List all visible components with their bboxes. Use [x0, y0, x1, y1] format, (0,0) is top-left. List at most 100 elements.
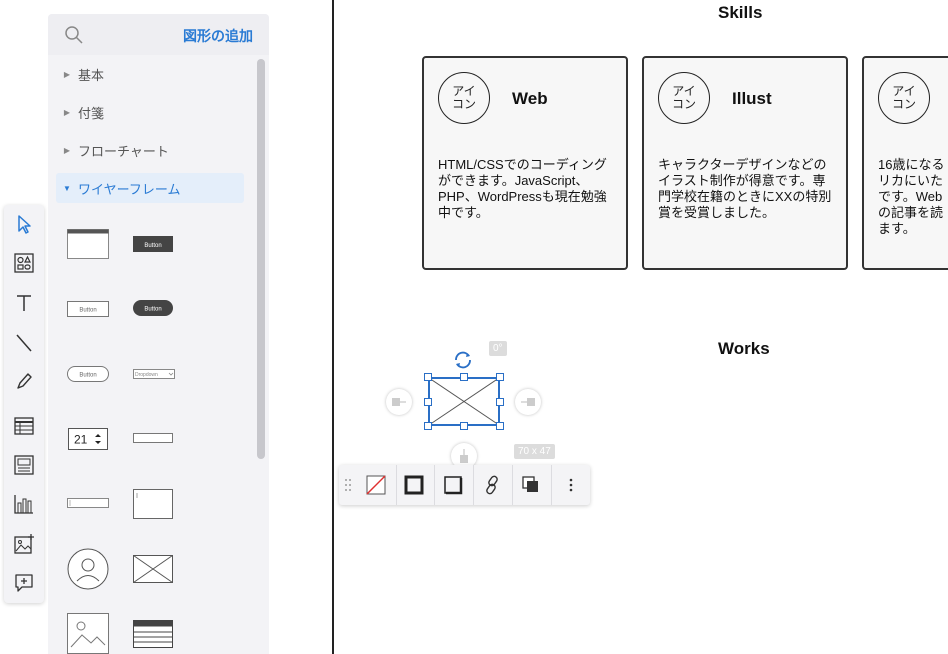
skills-heading[interactable]: Skills — [718, 3, 762, 23]
shape-panel: 図形の追加 ▶ 基本 ▶ 付箋 ▶ フローチャート ▼ ワイヤーフレーム But… — [48, 14, 269, 654]
thumb-label: 21 — [74, 433, 88, 447]
panel-title: 図形の追加 — [183, 28, 253, 44]
card-text: HTML/CSSでのコーディングができます。JavaScript、PHP、Wor… — [438, 157, 607, 220]
select-icon — [18, 215, 31, 234]
image-tool[interactable] — [8, 528, 40, 560]
link-button[interactable] — [476, 469, 508, 501]
chart-icon — [14, 495, 33, 514]
border-color-icon — [404, 475, 424, 495]
icon-placeholder-label: アイ コン — [671, 84, 696, 111]
resize-handle-sw[interactable] — [424, 422, 432, 430]
resize-handle-e[interactable] — [496, 398, 504, 406]
layer-order-icon — [522, 476, 538, 492]
no-fill-icon — [366, 475, 386, 495]
fill-color-button[interactable] — [360, 469, 392, 501]
icon-placeholder-label: アイ コン — [451, 84, 476, 111]
thumb-label: Dropdown — [135, 372, 158, 378]
card-text: 16歳になるリカにいたです。Webの記事を読ます。 — [878, 157, 945, 236]
wf-textarea-thumb[interactable] — [133, 489, 173, 519]
drag-handle[interactable] — [341, 469, 355, 501]
caret-right-icon: ▶ — [63, 107, 71, 117]
thumb-label: Button — [144, 307, 161, 313]
left-toolbar — [4, 205, 44, 603]
skill-card-third[interactable]: アイ コン 16歳になるリカにいたです。Webの記事を読ます。 — [862, 56, 948, 270]
border-color-button[interactable] — [398, 469, 430, 501]
thumb-label: Button — [79, 308, 96, 314]
connector-left[interactable] — [386, 389, 412, 415]
app-root: 図形の追加 ▶ 基本 ▶ 付箋 ▶ フローチャート ▼ ワイヤーフレーム But… — [0, 0, 948, 654]
card-title: Web — [512, 89, 548, 108]
wf-button-pill-thumb[interactable]: Button — [67, 366, 109, 382]
category-flowchart[interactable]: ▶ フローチャート — [56, 135, 244, 165]
resize-handle-s[interactable] — [460, 422, 468, 430]
wf-stepper-thumb[interactable]: 21 — [68, 428, 108, 450]
shadow-button[interactable] — [437, 469, 469, 501]
search-icon[interactable] — [63, 24, 85, 46]
wf-table-thumb[interactable] — [133, 620, 173, 648]
canvas-left-edge — [332, 0, 334, 654]
text-tool[interactable] — [8, 287, 40, 319]
border-style-icon — [444, 476, 463, 495]
skill-card-web[interactable]: アイ コン Web HTML/CSSでのコーディングができます。JavaScri… — [422, 56, 628, 270]
shapes-tool[interactable] — [8, 247, 40, 279]
skill-card-illust[interactable]: アイ コン Illust キャラクターデザインなどのイラスト制作が得意です。専門… — [642, 56, 848, 270]
wf-image-placeholder-thumb[interactable] — [133, 555, 173, 583]
size-badge: 70 x 47 — [514, 444, 555, 459]
arrange-button[interactable] — [515, 469, 547, 501]
wf-button-pill-dark-thumb[interactable]: Button — [133, 300, 173, 316]
drag-handle-icon — [345, 479, 351, 491]
pen-tool[interactable] — [8, 366, 40, 398]
resize-handle-se[interactable] — [496, 422, 504, 430]
line-icon — [16, 334, 32, 352]
chart-tool[interactable] — [8, 488, 40, 520]
card-icon-placeholder: アイ コン — [438, 72, 490, 124]
comment-tool[interactable] — [8, 567, 40, 599]
connector-left-icon — [392, 398, 406, 406]
resize-handle-w[interactable] — [424, 398, 432, 406]
wf-input-thumb[interactable] — [133, 433, 173, 443]
category-label: ワイヤーフレーム — [78, 181, 181, 197]
category-basic[interactable]: ▶ 基本 — [56, 59, 244, 89]
wf-button-outline-thumb[interactable]: Button — [67, 301, 109, 317]
resize-handle-ne[interactable] — [496, 373, 504, 381]
select-tool[interactable] — [8, 208, 40, 240]
toolbar-divider — [473, 465, 474, 505]
connector-bottom-icon — [460, 449, 468, 463]
frame-tool[interactable] — [8, 449, 40, 481]
wf-button-dark-thumb[interactable]: Button — [133, 236, 173, 252]
table-icon — [14, 417, 34, 435]
card-icon-placeholder: アイ コン — [658, 72, 710, 124]
link-icon — [486, 475, 498, 495]
table-tool[interactable] — [8, 410, 40, 442]
resize-handle-n[interactable] — [460, 373, 468, 381]
comment-icon — [15, 574, 33, 592]
category-label: フローチャート — [78, 143, 169, 159]
category-wireframe[interactable]: ▼ ワイヤーフレーム — [56, 173, 244, 203]
image-icon — [14, 534, 34, 554]
category-label: 付箋 — [78, 105, 105, 121]
caret-right-icon: ▶ — [63, 145, 71, 155]
wf-window-thumb[interactable] — [67, 229, 109, 259]
toolbar-divider — [396, 465, 397, 505]
panel-scrollbar[interactable] — [257, 59, 265, 459]
wf-picture-thumb[interactable] — [67, 613, 109, 654]
resize-handle-nw[interactable] — [424, 373, 432, 381]
selection-frame — [428, 377, 500, 426]
wf-dropdown-thumb[interactable]: Dropdown — [133, 369, 175, 379]
works-heading[interactable]: Works — [718, 339, 770, 359]
caret-right-icon: ▶ — [63, 69, 71, 79]
pen-icon — [17, 373, 32, 389]
frame-icon — [14, 455, 34, 475]
thumb-label: Button — [79, 373, 96, 379]
shapes-icon — [14, 253, 34, 273]
line-tool[interactable] — [8, 327, 40, 359]
wf-avatar-thumb[interactable] — [67, 548, 109, 590]
wf-textfield-thumb[interactable] — [67, 498, 109, 508]
context-toolbar — [339, 465, 590, 505]
more-options-button[interactable] — [555, 469, 587, 501]
connector-right[interactable] — [515, 389, 541, 415]
caret-down-icon: ▼ — [63, 183, 71, 193]
thumb-label: Button — [144, 243, 161, 249]
rotate-handle-icon[interactable] — [452, 349, 474, 371]
category-sticky[interactable]: ▶ 付箋 — [56, 97, 244, 127]
